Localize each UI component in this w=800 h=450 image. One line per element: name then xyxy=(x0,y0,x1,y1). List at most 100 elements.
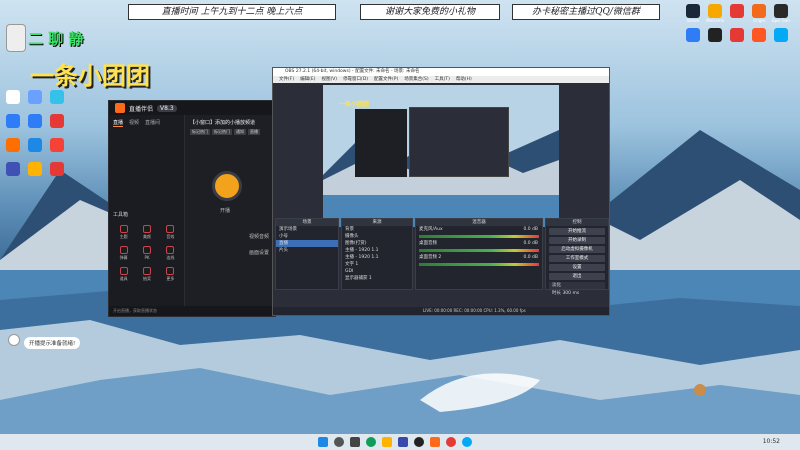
taskview-icon[interactable] xyxy=(350,437,360,447)
chrome-icon[interactable] xyxy=(446,437,456,447)
obs-menu-item[interactable]: 文件(F) xyxy=(279,76,294,83)
desktop-icon[interactable] xyxy=(4,162,22,176)
desktop-icon[interactable] xyxy=(48,162,66,176)
tab-room[interactable]: 直播间 xyxy=(145,119,160,127)
app-icon xyxy=(774,4,788,18)
desktop-icon[interactable] xyxy=(4,90,22,104)
store-icon[interactable] xyxy=(398,437,408,447)
obs-menu-item[interactable]: 停靠窗口(D) xyxy=(343,76,368,83)
volume-meter[interactable] xyxy=(419,235,539,238)
mixer-track: 桌面音频 0.0 dB xyxy=(416,240,542,247)
app-icon xyxy=(28,138,42,152)
obs-menu-item[interactable]: 视图(V) xyxy=(321,76,337,83)
transition-select[interactable]: 淡化 xyxy=(549,282,605,289)
side-label-audio[interactable]: 视频音频 xyxy=(249,233,269,240)
duration-value[interactable]: 300 ms xyxy=(562,291,579,296)
source-item[interactable]: 主播 - 1920 1.1 xyxy=(342,247,412,254)
desktop-icon[interactable] xyxy=(706,28,724,42)
tag-chip[interactable]: 标记热门 xyxy=(190,129,210,135)
obs-menu-item[interactable]: 编辑(E) xyxy=(300,76,315,83)
start-live-button[interactable] xyxy=(212,171,242,201)
volume-meter[interactable] xyxy=(419,249,539,252)
control-button[interactable]: 退出 xyxy=(549,273,605,280)
control-button[interactable]: 开始录制 xyxy=(549,237,605,244)
tool-item[interactable]: 美颜 xyxy=(136,225,157,240)
scene-item[interactable]: 片头 xyxy=(276,247,338,254)
obs-statusbar: LIVE: 00:00:00 REC: 00:00:00 CPU: 1.3%, … xyxy=(273,307,609,315)
obs-menu-item[interactable]: 场景集合(S) xyxy=(404,76,428,83)
tools-header: 工具箱 xyxy=(113,212,129,218)
tool-item[interactable]: 弹幕 xyxy=(113,246,134,261)
start-icon[interactable] xyxy=(318,437,328,447)
control-button[interactable]: 设置 xyxy=(549,264,605,271)
desktop-icon[interactable]: Epic Games xyxy=(772,4,790,23)
tool-item[interactable]: 音效 xyxy=(160,225,181,240)
qq-icon[interactable] xyxy=(462,437,472,447)
desktop-icon[interactable] xyxy=(48,90,66,104)
source-item[interactable]: GDI xyxy=(342,268,412,275)
desktop-icon[interactable] xyxy=(48,114,66,128)
live-app-taskbar-icon[interactable] xyxy=(430,437,440,447)
control-button[interactable]: 工作室模式 xyxy=(549,255,605,262)
track-name: 麦克风/Aux xyxy=(419,227,443,232)
edge-icon[interactable] xyxy=(366,437,376,447)
tag-chip[interactable]: 标记热门 xyxy=(212,129,232,135)
tab-video[interactable]: 视频 xyxy=(129,119,139,127)
tool-item[interactable]: 道具 xyxy=(113,267,134,282)
tag-chip[interactable]: 直播 xyxy=(248,129,260,135)
desktop-icon[interactable] xyxy=(26,138,44,152)
desktop-icon[interactable] xyxy=(4,138,22,152)
live-ready-notice[interactable]: 开播提示准备就绪! xyxy=(24,337,81,349)
control-button[interactable]: 开始推流 xyxy=(549,228,605,235)
transition-duration[interactable]: 时长 300 ms xyxy=(549,290,605,297)
tool-label: 抽奖 xyxy=(142,276,151,281)
explorer-icon[interactable] xyxy=(382,437,392,447)
source-item[interactable]: 主播 - 1920 1.1 xyxy=(342,254,412,261)
source-item[interactable]: 文字 1 xyxy=(342,261,412,268)
desktop-icon[interactable] xyxy=(48,138,66,152)
desktop-icon[interactable] xyxy=(772,28,790,42)
tool-item[interactable]: 更多 xyxy=(160,267,181,282)
scene-item[interactable]: 演示场景 xyxy=(276,226,338,233)
source-item[interactable]: 背景 xyxy=(342,226,412,233)
control-button[interactable]: 启动虚拟摄像机 xyxy=(549,246,605,253)
desktop-icon-label: Epic Games xyxy=(772,18,790,23)
obs-menu-item[interactable]: 工具(T) xyxy=(435,76,450,83)
tag-chip[interactable]: 通知 xyxy=(234,129,246,135)
desktop-icon[interactable]: WeGame xyxy=(706,4,724,23)
side-label-screen[interactable]: 画面设置 xyxy=(249,249,269,256)
obs-menu-item[interactable]: 帮助(H) xyxy=(456,76,472,83)
sources-dock: 来源 背景 摄像头 图像(打赏) 主播 - 1920 1.1 主播 - 1920 1.1… xyxy=(341,218,413,290)
search-icon[interactable] xyxy=(334,437,344,447)
desktop-icon[interactable] xyxy=(728,28,746,42)
desktop-icon[interactable] xyxy=(26,114,44,128)
scene-item[interactable]: 小号 xyxy=(276,233,338,240)
duration-label: 时长 xyxy=(552,291,561,296)
obs-taskbar-icon[interactable] xyxy=(414,437,424,447)
tab-live[interactable]: 直播 xyxy=(113,119,124,127)
tray-clock[interactable]: 10:52 xyxy=(763,438,780,445)
tool-item[interactable]: PK xyxy=(136,246,157,261)
tool-item[interactable]: 抽奖 xyxy=(136,267,157,282)
live-companion-window[interactable]: 直播伴侣 V8.3 直播 视频 直播间 工具箱 主题 美颜 音效 弹幕 PK 连线 道具 抽奖… xyxy=(108,100,276,317)
obs-menu-item[interactable]: 配置文件(P) xyxy=(374,76,398,83)
desktop-icon[interactable]: Steam xyxy=(684,4,702,23)
desktop-icon[interactable] xyxy=(26,90,44,104)
desktop-icon[interactable]: Origin xyxy=(750,4,768,23)
source-item[interactable]: 显示器捕获 1 xyxy=(342,275,412,282)
desktop-icon[interactable] xyxy=(26,162,44,176)
desktop-icon-label: Steam xyxy=(686,18,700,23)
tool-item[interactable]: 主题 xyxy=(113,225,134,240)
volume-meter[interactable] xyxy=(419,263,539,266)
source-item[interactable]: 图像(打赏) xyxy=(342,240,412,247)
obs-preview[interactable]: 一条小团团 xyxy=(323,85,559,227)
scene-item[interactable]: 直播 xyxy=(276,240,338,247)
obs-window[interactable]: OBS 27.2.1 (64-bit, windows) - 配置文件: 未命名… xyxy=(272,67,610,316)
source-item[interactable]: 摄像头 xyxy=(342,233,412,240)
desktop-icon[interactable] xyxy=(750,28,768,42)
desktop-icon[interactable] xyxy=(728,4,746,18)
desktop-icon[interactable] xyxy=(684,28,702,42)
tool-item[interactable]: 连线 xyxy=(160,246,181,261)
controls-dock: 控制 开始推流 开始录制 启动虚拟摄像机 工作室模式 设置 退出 淡化 时长 300 ms xyxy=(545,218,609,296)
desktop-icon[interactable] xyxy=(4,114,22,128)
